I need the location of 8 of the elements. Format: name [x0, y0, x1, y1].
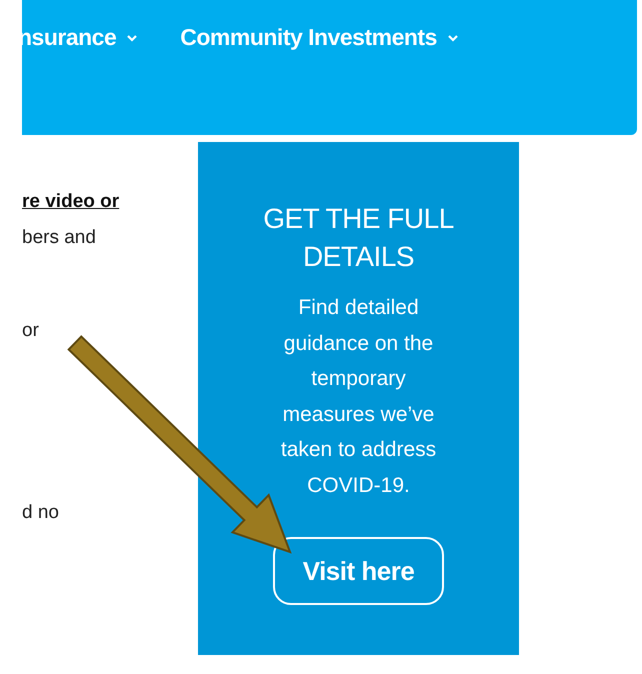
- nav-menu-item[interactable]: nsurance: [18, 24, 138, 51]
- card-text: Find detailed guidance on the temporary measures we’ve taken to address COVID-19.: [280, 295, 438, 498]
- body-text: bers and: [22, 226, 96, 250]
- text-link[interactable]: re video or: [22, 190, 120, 214]
- body-text: d no: [22, 501, 59, 525]
- body-text: or: [22, 319, 39, 343]
- nav-menu-item[interactable]: Community Investments: [180, 24, 459, 51]
- card-title: GET THE FULL DETAILS: [262, 202, 455, 274]
